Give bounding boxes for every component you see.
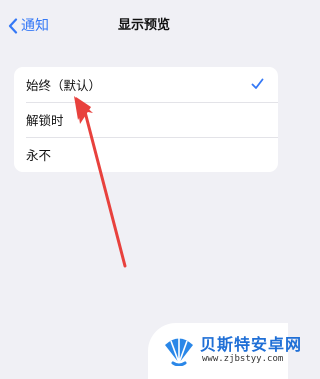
option-never[interactable]: 永不 bbox=[14, 137, 278, 172]
option-when-unlocked-label: 解锁时 bbox=[26, 113, 64, 128]
option-always[interactable]: 始终（默认） bbox=[14, 67, 278, 102]
shell-logo-icon bbox=[165, 338, 193, 366]
watermark-name: 贝斯特安卓网 bbox=[200, 335, 303, 354]
watermark: 贝斯特安卓网 www.zjbstyy.com bbox=[148, 323, 301, 379]
watermark-url: www.zjbstyy.com bbox=[202, 354, 284, 364]
option-never-label: 永不 bbox=[26, 148, 52, 163]
option-always-label: 始终（默认） bbox=[26, 78, 102, 93]
navigation-bar: 通知 显示预览 bbox=[0, 0, 288, 52]
page-title: 显示预览 bbox=[117, 18, 170, 33]
option-when-unlocked[interactable]: 解锁时 bbox=[14, 102, 278, 137]
preview-options-list: 始终（默认） 解锁时 永不 bbox=[14, 67, 278, 172]
checkmark-icon bbox=[251, 78, 264, 89]
